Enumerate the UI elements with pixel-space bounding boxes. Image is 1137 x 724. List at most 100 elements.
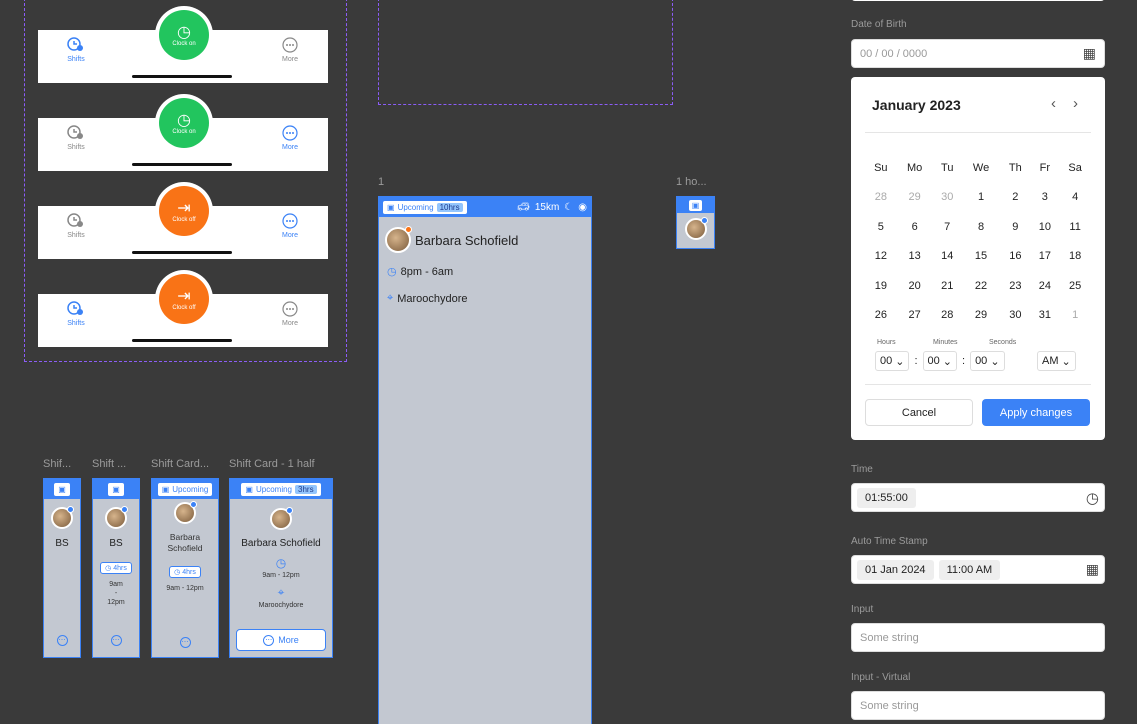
calendar-day[interactable]: 14: [933, 242, 962, 272]
calendar-day[interactable]: 27: [897, 301, 933, 331]
clock-icon[interactable]: ◷: [1086, 489, 1099, 507]
hours-box: ◷ 4hrs: [100, 562, 132, 574]
chevron-down-icon: ⌄: [1061, 355, 1071, 368]
minutes-select[interactable]: 00 ⌄: [922, 351, 957, 371]
calendar-day[interactable]: 16: [1000, 242, 1030, 272]
shift-card-c4[interactable]: ▣ Upcoming 3hrs Barbara Schofield ◷ 9am - …: [229, 478, 333, 658]
shift-card-large[interactable]: ▣ Upcoming 10hrs 🚙︎ 15km ☾ ◉ Barbara Schofie…: [378, 196, 592, 724]
dob-placeholder: 00 / 00 / 0000: [860, 47, 928, 60]
calendar-day[interactable]: 24: [1030, 271, 1059, 301]
time-field[interactable]: 01:55:00 ◷: [851, 483, 1105, 512]
calendar-day[interactable]: 13: [897, 242, 933, 272]
eye-icon[interactable]: ◉: [578, 202, 587, 213]
clock-icon: ◷: [387, 266, 397, 278]
auto-timestamp-label: Auto Time Stamp: [851, 536, 928, 547]
calendar-day[interactable]: 23: [1000, 271, 1030, 301]
calendar-day[interactable]: 1: [1059, 301, 1091, 331]
time-text: 9am - 12pm: [262, 572, 300, 579]
calendar-day[interactable]: 26: [865, 301, 897, 331]
last-name: Schofield: [167, 543, 203, 553]
tab-more[interactable]: More: [260, 213, 320, 239]
calendar-month: January 2023: [872, 97, 961, 113]
calendar-day[interactable]: 25: [1059, 271, 1091, 301]
avatar: [174, 501, 197, 524]
input-label: Input: [851, 604, 874, 615]
more-icon[interactable]: ⋯: [110, 635, 122, 646]
calendar-day[interactable]: 5: [865, 212, 897, 242]
calendar-day[interactable]: 19: [865, 271, 897, 301]
clock-action-button[interactable]: ◷ Clock on: [155, 94, 213, 152]
more-icon[interactable]: ⋯: [179, 637, 191, 648]
chevron-down-icon: ⌄: [942, 355, 952, 368]
shifts-icon: [67, 125, 83, 139]
prev-month-icon[interactable]: ‹: [1051, 95, 1056, 112]
home-indicator: [132, 75, 232, 78]
clock-action-button[interactable]: ⇥ Clock off: [155, 270, 213, 328]
cancel-button[interactable]: Cancel: [865, 399, 973, 426]
more-icon: [282, 301, 298, 317]
input-virtual-field[interactable]: Some string: [851, 691, 1105, 720]
hours-box: ◷ 4hrs: [169, 566, 201, 578]
dob-field[interactable]: 00 / 00 / 0000 ▦: [851, 39, 1105, 68]
hours-select[interactable]: 00 ⌄: [875, 351, 910, 371]
calendar-icon[interactable]: ▦: [1086, 561, 1099, 578]
clock-on-icon: ◷: [177, 111, 191, 129]
shift-card-c3[interactable]: ▣ Upcoming Barbara Schofield ◷ 4hrs 9am - …: [151, 478, 219, 658]
avatar: [684, 217, 708, 240]
calendar-day[interactable]: 6: [897, 212, 933, 242]
ampm-select[interactable]: AM ⌄: [1037, 351, 1076, 371]
moon-icon: ☾: [564, 201, 574, 213]
calendar-day[interactable]: 28: [933, 301, 962, 331]
clock-action-button[interactable]: ◷ Clock on: [155, 6, 213, 64]
hours-label: Hours: [877, 339, 896, 346]
clock-action-button[interactable]: ⇥ Clock off: [155, 182, 213, 240]
more-button[interactable]: ⋯ More: [236, 629, 326, 651]
calendar-day[interactable]: 10: [1030, 212, 1059, 242]
calendar-day[interactable]: 18: [1059, 242, 1091, 272]
seconds-select[interactable]: 00 ⌄: [970, 351, 1005, 371]
bottom-nav-bar: Shifts More ⇥ Clock off: [38, 182, 328, 259]
calendar-day[interactable]: 2: [1000, 183, 1030, 213]
more-icon: [282, 37, 298, 53]
calendar-day[interactable]: 17: [1030, 242, 1059, 272]
weekday-label: Fr: [1039, 161, 1051, 174]
tab-more[interactable]: More: [260, 125, 320, 151]
calendar-day[interactable]: 8: [962, 212, 1000, 242]
tab-shifts[interactable]: Shifts: [46, 125, 106, 151]
calendar-day[interactable]: 30: [1000, 301, 1030, 331]
more-icon[interactable]: ⋯: [56, 635, 68, 646]
calendar-day[interactable]: 3: [1030, 183, 1059, 213]
next-month-icon[interactable]: ›: [1073, 95, 1078, 112]
calendar-day[interactable]: 15: [962, 242, 1000, 272]
input-field[interactable]: Some string: [851, 623, 1105, 652]
calendar-day[interactable]: 29: [897, 183, 933, 213]
calendar-day[interactable]: 22: [962, 271, 1000, 301]
shift-card-mini[interactable]: ▣: [676, 196, 715, 249]
shift-card-c2[interactable]: ▣ BS ◷ 4hrs 9am - 12pm ⋯: [92, 478, 140, 658]
auto-timestamp-field[interactable]: 01 Jan 2024 11:00 AM ▦: [851, 555, 1105, 584]
calendar-day[interactable]: 30: [933, 183, 962, 213]
calendar-icon[interactable]: ▦: [1083, 45, 1096, 62]
apply-changes-button[interactable]: Apply changes: [982, 399, 1090, 426]
tab-more[interactable]: More: [260, 37, 320, 63]
tab-shifts[interactable]: Shifts: [46, 213, 106, 239]
calendar-day[interactable]: 12: [865, 242, 897, 272]
calendar-day[interactable]: 1: [962, 183, 1000, 213]
shift-card-c1[interactable]: ▣ BS ⋯: [43, 478, 81, 658]
calendar-day[interactable]: 7: [933, 212, 962, 242]
status-pill: ▣ Upcoming 10hrs: [383, 200, 467, 214]
tab-more[interactable]: More: [260, 301, 320, 327]
time-separator: :: [914, 355, 918, 367]
calendar-day[interactable]: 31: [1030, 301, 1059, 331]
calendar-day[interactable]: 29: [962, 301, 1000, 331]
calendar-day[interactable]: 28: [865, 183, 897, 213]
calendar-day[interactable]: 11: [1059, 212, 1091, 242]
calendar-day[interactable]: 21: [933, 271, 962, 301]
calendar-day[interactable]: 20: [897, 271, 933, 301]
tab-shifts[interactable]: Shifts: [46, 37, 106, 63]
hours-badge: 10hrs: [436, 202, 463, 212]
tab-shifts[interactable]: Shifts: [46, 301, 106, 327]
calendar-day[interactable]: 4: [1059, 183, 1091, 213]
calendar-day[interactable]: 9: [1000, 212, 1030, 242]
bottom-nav-bar: Shifts More ◷ Clock on: [38, 6, 328, 83]
